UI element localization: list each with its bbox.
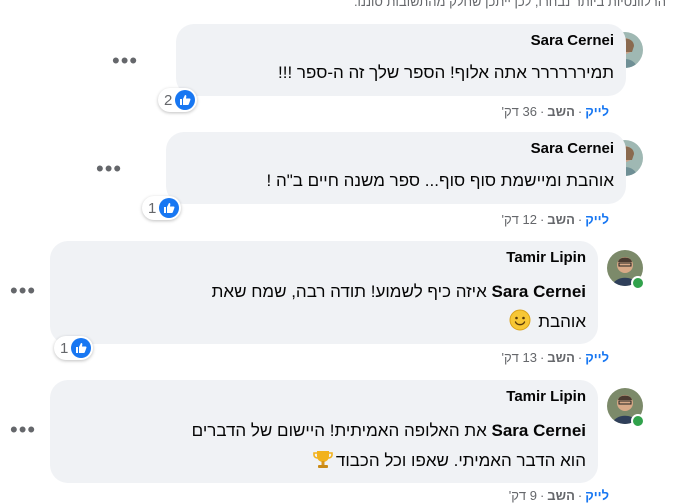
reaction-count[interactable]: 2 xyxy=(158,88,198,112)
comment-time[interactable]: 9 דק' xyxy=(509,488,537,503)
mention-link[interactable]: Sara Cernei xyxy=(492,282,587,301)
comment-author[interactable]: Tamir Lipin xyxy=(506,249,586,266)
comment-text: אוהבת ומיישמת סוף סוף... ספר משנה חיים ב… xyxy=(266,171,614,190)
comment-text: Sara Cernei את האלופה האמיתית! היישום של… xyxy=(192,418,586,443)
like-link[interactable]: לייק xyxy=(585,212,609,227)
comment-author[interactable]: Sara Cernei xyxy=(531,32,614,49)
like-link[interactable]: לייק xyxy=(585,350,609,365)
like-thumb-icon xyxy=(71,338,92,358)
comment-time[interactable]: 13 דק' xyxy=(502,350,537,365)
reply-link[interactable]: השב xyxy=(547,350,575,365)
more-options-icon[interactable]: ••• xyxy=(96,158,122,180)
comment-actions: לייק·השב·36 דק' xyxy=(501,104,609,119)
more-options-icon[interactable]: ••• xyxy=(10,419,36,441)
online-status-dot xyxy=(631,276,645,290)
like-link[interactable]: לייק xyxy=(585,104,609,119)
comment-text-line2: אוהבת xyxy=(507,309,586,334)
filter-note: הרלוונטיות ביותר נבחרו, לכן ייתכן שחלק מ… xyxy=(353,0,666,9)
mention-link[interactable]: Sara Cernei xyxy=(492,421,587,440)
reaction-number: 2 xyxy=(164,91,173,109)
comment-time[interactable]: 12 דק' xyxy=(502,212,537,227)
comment-bubble: Tamir Lipin Sara Cernei איזה כיף לשמוע! … xyxy=(50,241,598,344)
comment-bubble: Tamir Lipin Sara Cernei את האלופה האמיתי… xyxy=(50,380,598,483)
like-link[interactable]: לייק xyxy=(585,488,609,503)
reply-link[interactable]: השב xyxy=(547,104,575,119)
reaction-count[interactable]: 1 xyxy=(54,336,94,360)
reply-link[interactable]: השב xyxy=(547,488,575,503)
comment-author[interactable]: Tamir Lipin xyxy=(506,388,586,405)
comment-text-line2: הוא הדבר האמיתי. שאפו וכל הכבוד xyxy=(310,448,586,473)
like-thumb-icon xyxy=(159,198,180,218)
smile-emoji-icon xyxy=(509,309,531,331)
comment-actions: לייק·השב·13 דק' xyxy=(501,350,609,365)
comment-time[interactable]: 36 דק' xyxy=(502,104,537,119)
reaction-count[interactable]: 1 xyxy=(142,196,182,220)
comment-author[interactable]: Sara Cernei xyxy=(531,140,614,157)
comment-text: תמירררררר אתה אלוף! הספר שלך זה ה-ספר !!… xyxy=(278,63,614,82)
reaction-number: 1 xyxy=(60,339,69,357)
comment-text: Sara Cernei איזה כיף לשמוע! תודה רבה, שמ… xyxy=(212,279,586,304)
more-options-icon[interactable]: ••• xyxy=(112,50,138,72)
comment-bubble: Sara Cernei תמירררררר אתה אלוף! הספר שלך… xyxy=(176,24,626,96)
like-thumb-icon xyxy=(175,90,196,110)
comment-text-part: הוא הדבר האמיתי. שאפו וכל הכבוד xyxy=(335,451,586,470)
comment-bubble: Sara Cernei אוהבת ומיישמת סוף סוף... ספר… xyxy=(166,132,626,204)
comment-text-part: אוהבת xyxy=(538,312,586,331)
more-options-icon[interactable]: ••• xyxy=(10,280,36,302)
reaction-number: 1 xyxy=(148,199,157,217)
comment-actions: לייק·השב·12 דק' xyxy=(501,212,609,227)
reply-link[interactable]: השב xyxy=(547,212,575,227)
comment-text-part: את האלופה האמיתית! היישום של הדברים xyxy=(191,421,492,440)
online-status-dot xyxy=(631,414,645,428)
comment-text-part: איזה כיף לשמוע! תודה רבה, שמח שאת xyxy=(211,282,492,301)
trophy-emoji-icon xyxy=(312,448,334,470)
comment-actions: לייק·השב·9 דק' xyxy=(508,488,609,503)
